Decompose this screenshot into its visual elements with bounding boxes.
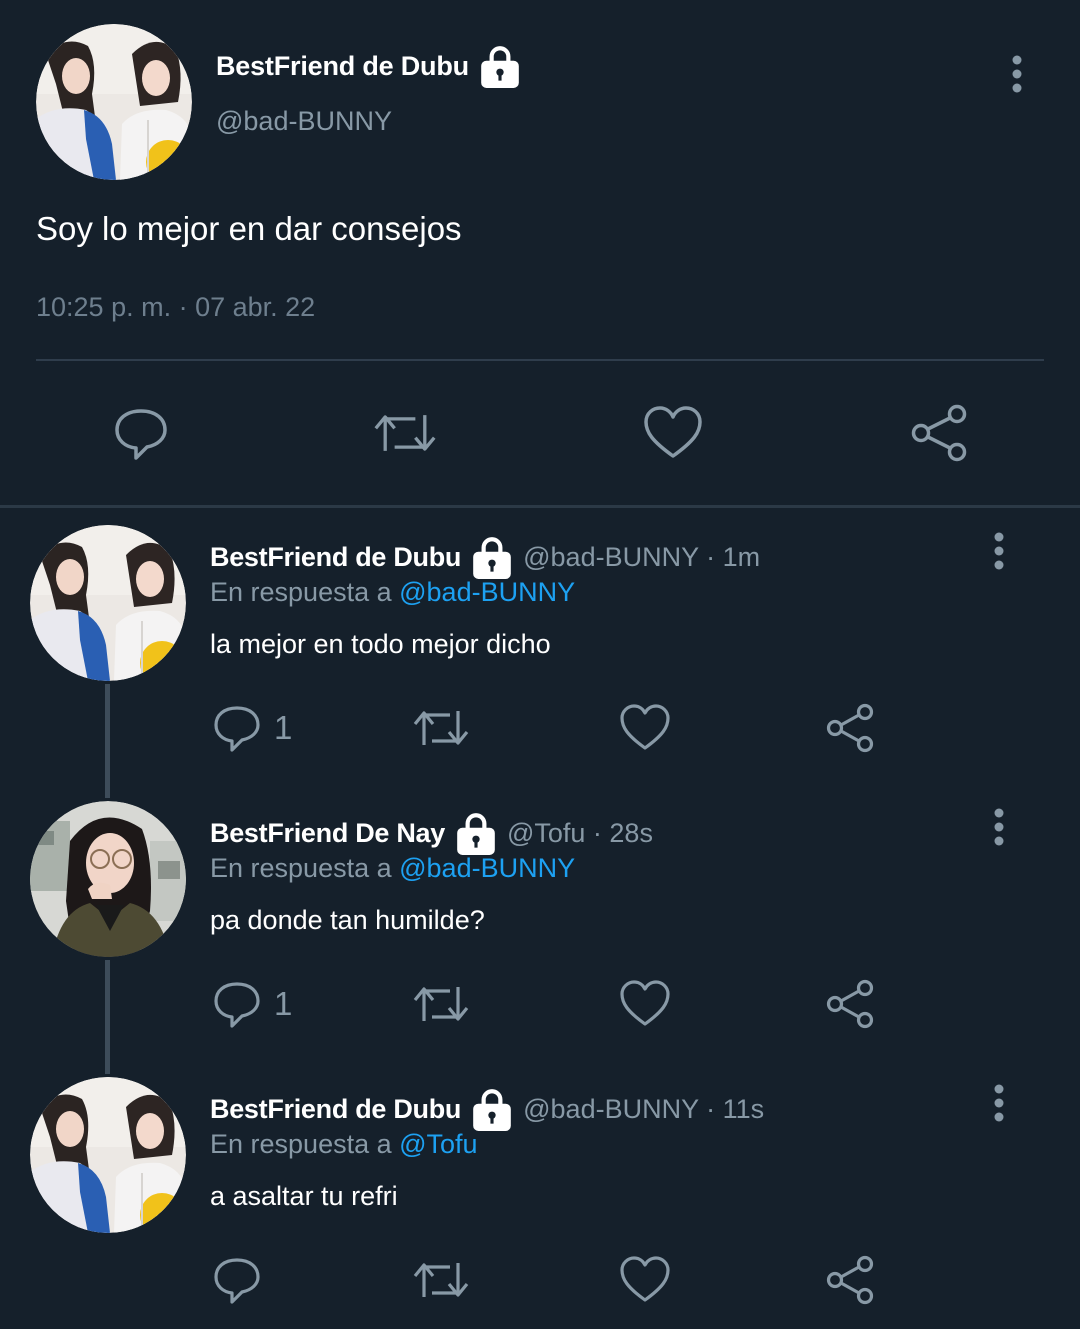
lock-icon [471, 1086, 513, 1132]
more-options-icon[interactable] [1000, 54, 1034, 96]
reply-icon[interactable] [108, 400, 174, 466]
reply-button[interactable]: 1 [212, 977, 292, 1031]
tweet-thread-page: BestFriend de Dubu @bad-BUNNY Soy lo mej… [0, 0, 1080, 1329]
handle-and-time[interactable]: @Tofu · 28s [507, 818, 653, 849]
reply-button[interactable] [212, 1253, 274, 1307]
like-icon[interactable] [640, 400, 706, 466]
avatar[interactable] [30, 801, 186, 957]
author-name[interactable]: BestFriend de Dubu [210, 1094, 461, 1125]
reply-prefix: En respuesta a [210, 1129, 400, 1159]
more-options-icon[interactable] [983, 1083, 1015, 1125]
reply-count: 1 [274, 709, 293, 746]
retweet-icon[interactable] [412, 701, 470, 755]
share-icon[interactable] [824, 701, 876, 755]
tweet-text: a asaltar tu refri [210, 1181, 398, 1211]
mention-link[interactable]: @Tofu [399, 1129, 477, 1159]
tweet-actions [0, 400, 1080, 466]
avatar[interactable] [30, 1077, 186, 1233]
reply-count: 1 [274, 985, 293, 1022]
lock-icon [479, 43, 521, 89]
tweet-text: Soy lo mejor en dar consejos [36, 210, 462, 247]
reply-icon [212, 703, 262, 753]
avatar[interactable] [36, 24, 192, 180]
lock-icon [471, 534, 513, 580]
reply-tweet: BestFriend de Dubu @bad-BUNNY · 11s En r… [0, 1077, 1080, 1327]
more-options-icon[interactable] [983, 807, 1015, 849]
reply-button[interactable]: 1 [212, 701, 292, 755]
reply-context: En respuesta a @bad-BUNNY [210, 853, 575, 884]
author-name[interactable]: BestFriend De Nay [210, 818, 445, 849]
reply-prefix: En respuesta a [210, 853, 400, 883]
reply-icon [212, 979, 262, 1029]
share-icon[interactable] [906, 400, 972, 466]
reply-prefix: En respuesta a [210, 577, 400, 607]
retweet-icon[interactable] [412, 977, 470, 1031]
retweet-icon[interactable] [372, 400, 438, 466]
tweet-text: la mejor en todo mejor dicho [210, 629, 551, 659]
reply-context: En respuesta a @bad-BUNNY [210, 577, 575, 608]
tweet-actions [0, 1253, 1080, 1307]
author-handle[interactable]: @bad-BUNNY [216, 106, 392, 137]
like-icon[interactable] [619, 1253, 671, 1307]
like-icon[interactable] [619, 701, 671, 755]
share-icon[interactable] [824, 977, 876, 1031]
reply-context: En respuesta a @Tofu [210, 1129, 478, 1160]
like-icon[interactable] [619, 977, 671, 1031]
lock-icon [455, 810, 497, 856]
more-options-icon[interactable] [983, 531, 1015, 573]
tweet-text: pa donde tan humilde? [210, 905, 485, 935]
author-row: BestFriend de Dubu [216, 40, 521, 92]
avatar[interactable] [30, 525, 186, 681]
divider [36, 359, 1044, 361]
reply-tweet: BestFriend De Nay @Tofu · 28s En respues… [0, 801, 1080, 1051]
author-name[interactable]: BestFriend de Dubu [216, 51, 469, 82]
mention-link[interactable]: @bad-BUNNY [399, 853, 575, 883]
author-name[interactable]: BestFriend de Dubu [210, 542, 461, 573]
tweet-timestamp[interactable]: 10:25 p. m. · 07 abr. 22 [36, 292, 315, 323]
tweet-actions: 1 [0, 977, 1080, 1031]
tweet-actions: 1 [0, 701, 1080, 755]
retweet-icon[interactable] [412, 1253, 470, 1307]
section-divider [0, 505, 1080, 508]
handle-and-time[interactable]: @bad-BUNNY · 11s [523, 1094, 764, 1125]
main-tweet: BestFriend de Dubu @bad-BUNNY Soy lo mej… [0, 0, 1080, 505]
share-icon[interactable] [824, 1253, 876, 1307]
mention-link[interactable]: @bad-BUNNY [399, 577, 575, 607]
reply-icon [212, 1255, 262, 1305]
handle-and-time[interactable]: @bad-BUNNY · 1m [523, 542, 760, 573]
reply-tweet: BestFriend de Dubu @bad-BUNNY · 1m En re… [0, 525, 1080, 775]
